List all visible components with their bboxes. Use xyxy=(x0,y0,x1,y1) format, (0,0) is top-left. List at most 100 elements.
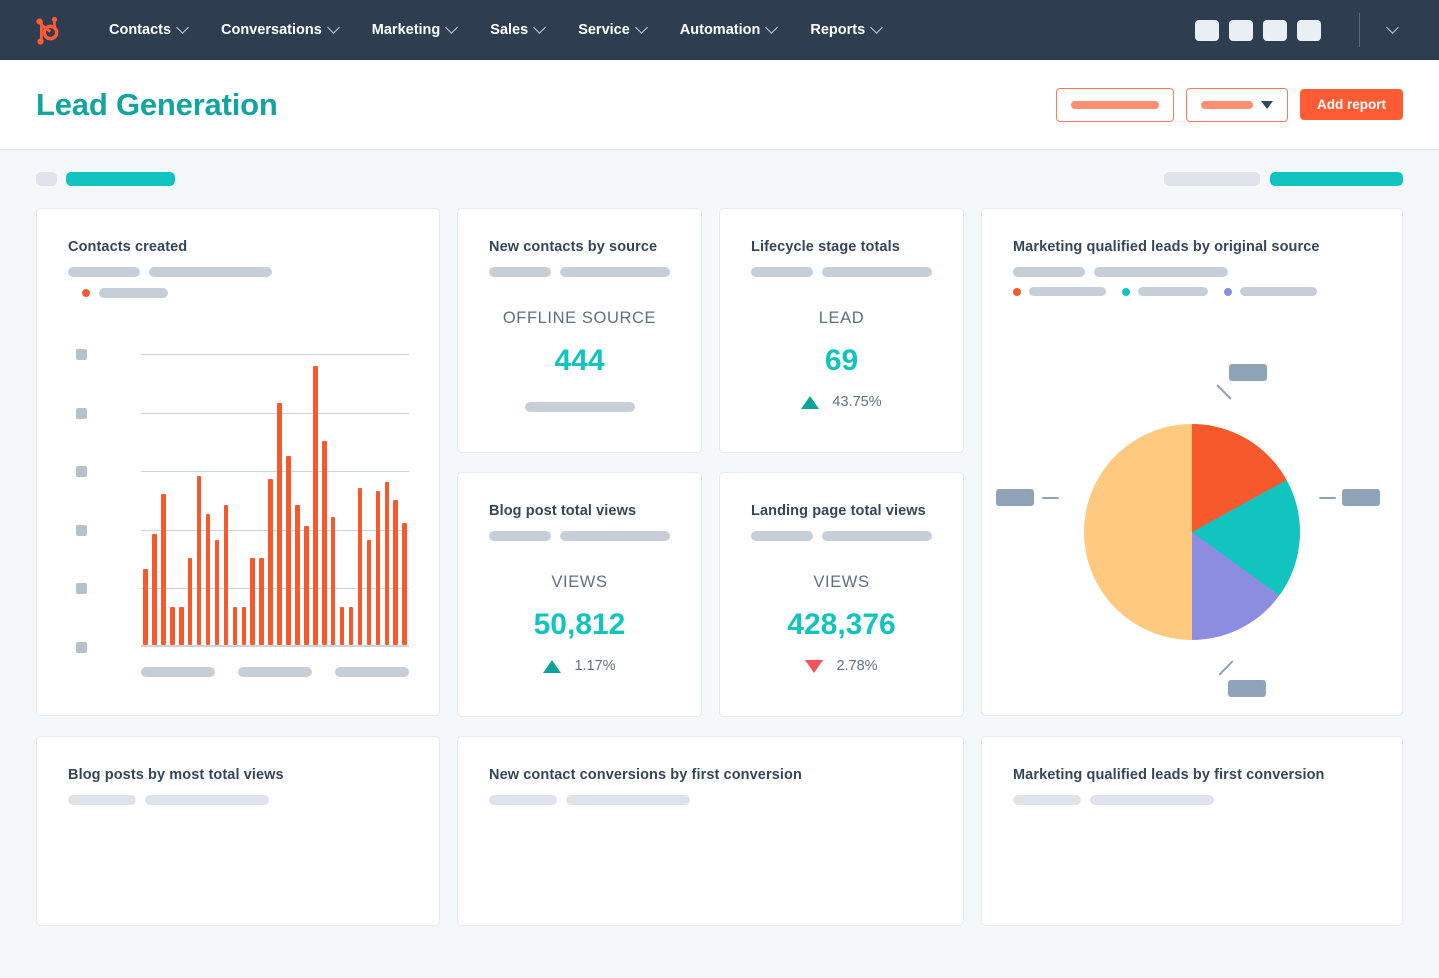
kpi-value: 69 xyxy=(824,344,859,377)
nav-item-contacts[interactable]: Contacts xyxy=(92,20,204,38)
nav-right-tools xyxy=(1185,13,1415,47)
pie-leader-line xyxy=(1216,384,1232,400)
card-title: Blog post total views xyxy=(489,503,637,519)
bar xyxy=(375,490,381,645)
pie-label-placeholder xyxy=(1229,364,1267,381)
chevron-down-icon xyxy=(176,20,189,34)
bar xyxy=(295,505,300,645)
card-subtitle-placeholders xyxy=(720,255,963,277)
nav-tool-icon-2[interactable] xyxy=(1229,19,1253,41)
legend-label-placeholder xyxy=(1029,287,1106,296)
x-axis-label-placeholder xyxy=(238,667,312,677)
nav-item-conversations[interactable]: Conversations xyxy=(204,20,355,38)
nav-tool-icon-3[interactable] xyxy=(1263,19,1287,41)
page-title: Lead Generation xyxy=(36,86,278,122)
account-chevron-down-icon[interactable] xyxy=(1386,20,1399,34)
triangle-up-icon xyxy=(801,395,820,409)
nav-item-reports[interactable]: Reports xyxy=(793,20,898,38)
subtitle-placeholder-1 xyxy=(489,267,551,277)
card-subtitle-placeholders xyxy=(37,783,439,805)
nav-tool-icon-4[interactable] xyxy=(1297,19,1321,41)
y-axis-tick xyxy=(76,466,87,478)
nav-tool-icon-1[interactable] xyxy=(1195,19,1219,41)
bar-chart xyxy=(76,349,409,653)
bar xyxy=(161,493,166,645)
bar xyxy=(205,514,211,645)
nav-menu: Contacts Conversations Marketing Sales S… xyxy=(92,20,898,38)
y-axis-tick xyxy=(76,642,87,653)
pie-leader-line xyxy=(1319,497,1336,499)
legend-dot-icon xyxy=(82,289,90,297)
bar xyxy=(143,569,148,645)
card-blog-post-total-views: Blog post total views VIEWS 50,812 1.17% xyxy=(457,472,702,717)
y-axis-tick xyxy=(76,349,87,360)
kpi-delta-value: 1.17% xyxy=(574,658,616,674)
bar xyxy=(259,557,264,645)
chevron-down-icon xyxy=(445,20,459,34)
kpi-column-1: New contacts by source OFFLINE SOURCE 44… xyxy=(457,208,702,717)
filter-chip-primary[interactable] xyxy=(1270,172,1403,186)
dashboard-bottom-row: Blog posts by most total views New conta… xyxy=(36,736,1403,926)
subtitle-placeholder-1 xyxy=(1013,267,1085,277)
subtitle-placeholder-2 xyxy=(145,795,269,805)
x-axis-label-placeholder xyxy=(335,667,409,677)
filter-chip-secondary[interactable] xyxy=(1164,172,1260,186)
add-report-label: Add report xyxy=(1317,97,1386,112)
bar-series xyxy=(141,354,409,645)
contacts-created-column: Contacts created xyxy=(36,208,440,717)
bar xyxy=(393,499,398,645)
kpi-label: OFFLINE SOURCE xyxy=(502,309,657,327)
filter-chip-active[interactable] xyxy=(66,172,175,186)
nav-item-marketing[interactable]: Marketing xyxy=(355,20,474,38)
subtitle-placeholder-1 xyxy=(68,267,140,277)
card-new-contact-conversions: New contact conversions by first convers… xyxy=(457,736,964,926)
caret-down-icon xyxy=(1261,100,1273,109)
filter-chip-small[interactable] xyxy=(36,172,57,186)
card-title: New contact conversions by first convers… xyxy=(489,767,802,783)
subtitle-placeholder-2 xyxy=(560,267,670,277)
bar xyxy=(187,557,193,645)
card-contacts-created: Contacts created xyxy=(36,208,440,716)
nav-item-sales[interactable]: Sales xyxy=(473,20,561,38)
dashboard-top-row: Contacts created New contacts by source … xyxy=(36,208,1403,717)
subtitle-placeholder-1 xyxy=(751,531,813,541)
header-outline-button[interactable] xyxy=(1056,87,1174,122)
card-subtitle-placeholders xyxy=(458,783,963,805)
subtitle-placeholder-2 xyxy=(1094,267,1228,277)
pie-label-placeholder xyxy=(1342,489,1380,506)
pie-legend xyxy=(982,277,1402,296)
card-title: Lifecycle stage totals xyxy=(751,239,900,255)
nav-item-label: Service xyxy=(578,22,630,38)
kpi-delta: 2.78% xyxy=(720,658,963,674)
nav-item-service[interactable]: Service xyxy=(561,20,663,38)
subtitle-placeholder-1 xyxy=(489,795,557,805)
kpi-delta-value: 43.75% xyxy=(832,394,882,410)
bar xyxy=(250,557,255,645)
filter-bar-right xyxy=(1164,172,1403,186)
hubspot-sprocket-logo[interactable] xyxy=(30,13,64,47)
kpi-value: 444 xyxy=(554,344,605,377)
card-landing-page-total-views: Landing page total views VIEWS 428,376 2… xyxy=(719,472,964,717)
bar xyxy=(357,487,363,645)
card-blog-posts-by-views: Blog posts by most total views xyxy=(36,736,440,926)
header-actions: Add report xyxy=(1056,87,1403,122)
chevron-down-icon xyxy=(870,20,884,34)
pie-chart xyxy=(982,349,1402,715)
bar xyxy=(339,607,345,645)
dashboard-body: Contacts created New contacts by source … xyxy=(0,150,1439,978)
bar xyxy=(232,607,238,645)
card-subtitle-placeholders xyxy=(37,255,439,277)
nav-item-label: Automation xyxy=(679,22,761,38)
pie-slices xyxy=(1084,424,1300,640)
subtitle-placeholder-2 xyxy=(149,267,272,277)
top-navbar: Contacts Conversations Marketing Sales S… xyxy=(0,0,1439,60)
bar xyxy=(152,534,157,645)
nav-item-automation[interactable]: Automation xyxy=(663,20,794,38)
y-axis-tick xyxy=(76,524,87,536)
header-dropdown-button[interactable] xyxy=(1186,87,1288,122)
subtitle-placeholder-2 xyxy=(822,531,932,541)
kpi-label: LEAD xyxy=(818,309,865,327)
add-report-button[interactable]: Add report xyxy=(1300,89,1403,120)
nav-item-label: Contacts xyxy=(109,22,172,38)
chevron-down-icon xyxy=(326,20,340,34)
